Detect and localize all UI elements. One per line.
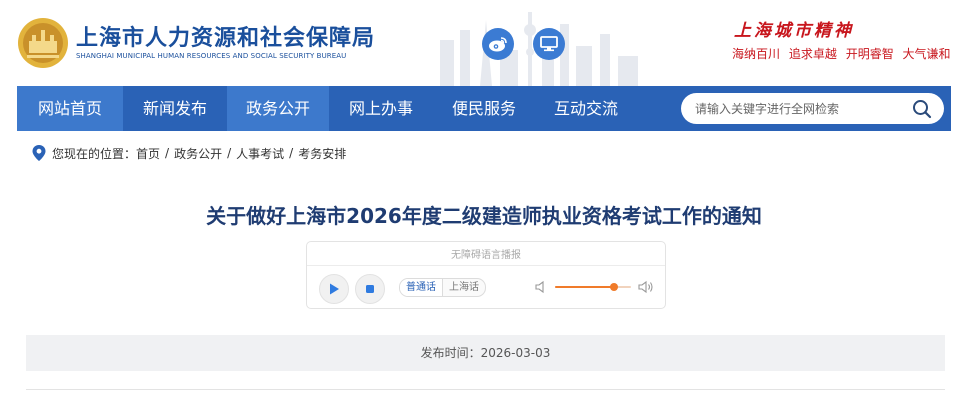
- breadcrumb-separator: /: [227, 146, 232, 160]
- language-mandarin[interactable]: 普通话: [400, 279, 442, 296]
- city-spirit-title: 上海城市精神: [734, 21, 854, 41]
- player-divider: [307, 265, 665, 266]
- play-icon: [330, 283, 339, 295]
- breadcrumb-item-exam-arrangements[interactable]: 考务安排: [298, 145, 346, 162]
- pc-version-button[interactable]: [533, 28, 565, 60]
- language-shanghainese[interactable]: 上海话: [442, 279, 485, 296]
- weibo-icon: [489, 37, 507, 52]
- city-spirit-slogans: 海纳百川 追求卓越 开明睿智 大气谦和: [732, 45, 956, 62]
- computer-icon: [540, 36, 558, 52]
- publish-date: 发布时间：2026-03-03: [420, 346, 551, 360]
- nav-item-home[interactable]: 网站首页: [17, 86, 123, 131]
- nav-item-news[interactable]: 新闻发布: [123, 86, 227, 131]
- breadcrumb-item-gov-affairs[interactable]: 政务公开: [174, 145, 222, 162]
- search-input[interactable]: [695, 93, 900, 124]
- site-search: [681, 93, 944, 124]
- search-icon[interactable]: [912, 99, 932, 119]
- volume-slider[interactable]: [555, 283, 631, 291]
- nav-item-gov-affairs[interactable]: 政务公开: [227, 86, 329, 131]
- content-divider: [26, 389, 945, 390]
- breadcrumb: 您现在的位置： 首页 / 政务公开 / 人事考试 / 考务安排: [32, 144, 346, 162]
- slogan: 开明睿智: [845, 47, 894, 61]
- slogan: 大气谦和: [902, 47, 951, 61]
- volume-high-icon[interactable]: [638, 280, 654, 294]
- nav-item-convenience[interactable]: 便民服务: [433, 86, 535, 131]
- breadcrumb-separator: /: [289, 146, 294, 160]
- weibo-button[interactable]: [482, 28, 514, 60]
- main-nav: 网站首页 新闻发布 政务公开 网上办事 便民服务 互动交流: [17, 86, 951, 131]
- breadcrumb-item-home[interactable]: 首页: [136, 145, 160, 162]
- slogan: 追求卓越: [788, 47, 837, 61]
- site-title[interactable]: 上海市人力资源和社会保障局: [76, 20, 375, 52]
- bureau-emblem-icon[interactable]: [17, 17, 69, 69]
- location-pin-icon: [32, 145, 46, 161]
- site-header: 上海市人力资源和社会保障局 SHANGHAI MUNICIPAL HUMAN R…: [0, 0, 968, 86]
- stop-icon: [366, 285, 374, 293]
- language-toggle: 普通话 上海话: [399, 278, 486, 297]
- stop-button[interactable]: [355, 274, 385, 304]
- accessibility-audio-player: 无障碍语言播报 普通话 上海话: [306, 241, 666, 309]
- play-button[interactable]: [319, 274, 349, 304]
- player-label: 无障碍语言播报: [451, 250, 521, 261]
- article-title: 关于做好上海市2026年度二级建造师执业资格考试工作的通知: [206, 204, 762, 228]
- volume-low-icon[interactable]: [535, 280, 549, 294]
- site-subtitle: SHANGHAI MUNICIPAL HUMAN RESOURCES AND S…: [76, 52, 347, 60]
- breadcrumb-separator: /: [165, 146, 170, 160]
- nav-item-interaction[interactable]: 互动交流: [535, 86, 637, 131]
- publish-info-bar: 发布时间：2026-03-03: [26, 335, 945, 371]
- nav-item-online-services[interactable]: 网上办事: [329, 86, 433, 131]
- breadcrumb-item-personnel-exams[interactable]: 人事考试: [236, 145, 284, 162]
- volume-fill: [555, 286, 614, 288]
- breadcrumb-prefix: 您现在的位置：: [52, 146, 137, 161]
- volume-knob[interactable]: [610, 283, 618, 291]
- slogan: 海纳百川: [732, 47, 781, 61]
